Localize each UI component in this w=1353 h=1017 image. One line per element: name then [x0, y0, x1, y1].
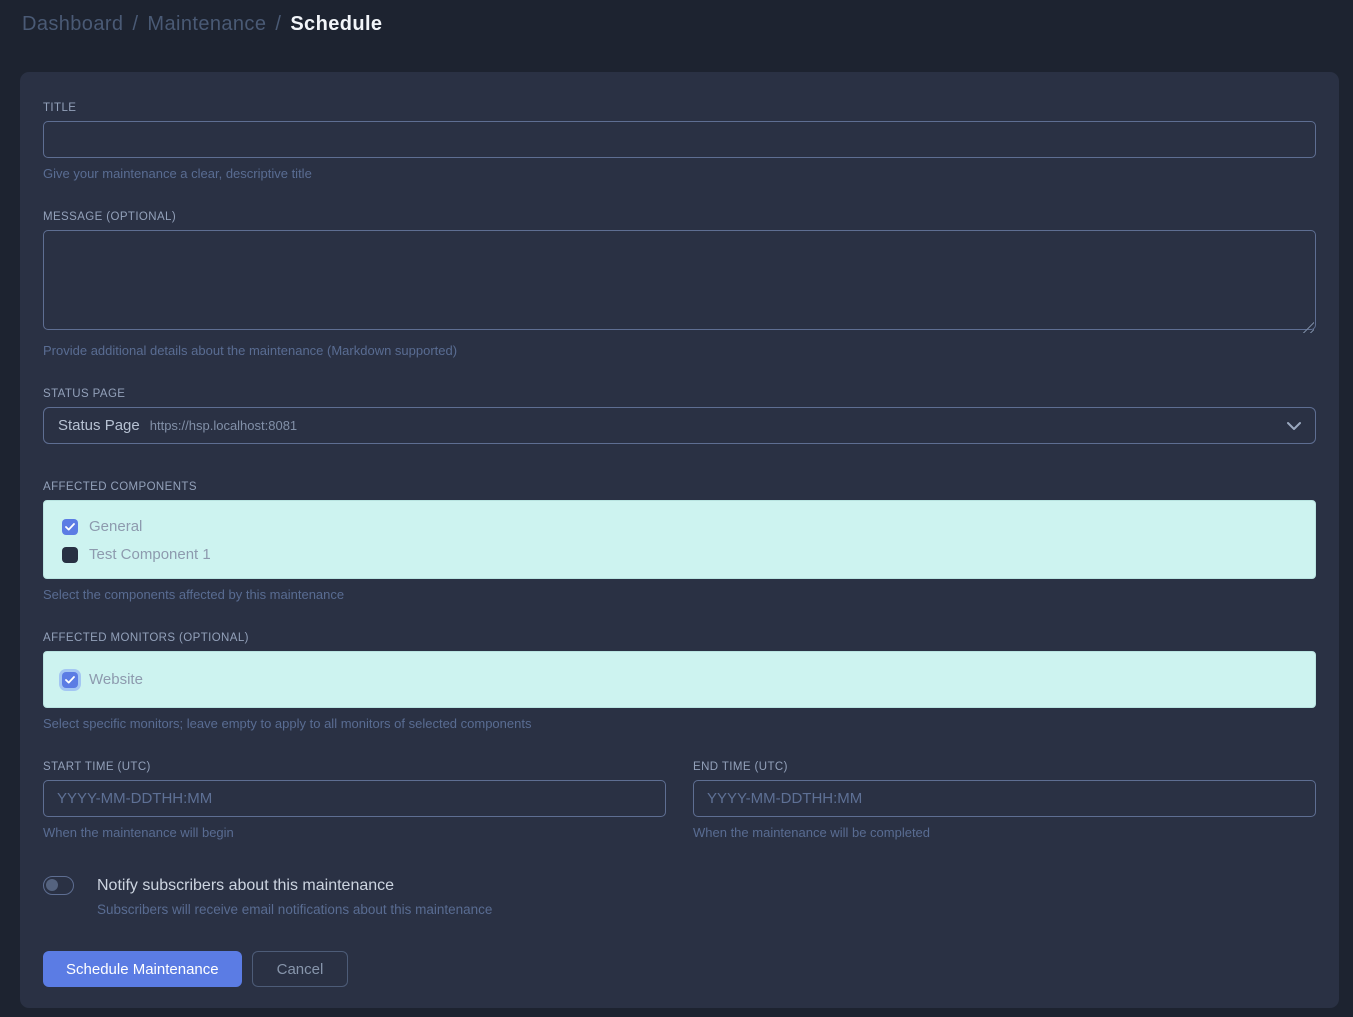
affected-components-group: AFFECTED COMPONENTS General Test Compone… — [43, 481, 1316, 602]
affected-monitors-group: AFFECTED MONITORS (OPTIONAL) Website Sel… — [43, 632, 1316, 731]
status-page-group: STATUS PAGE Status Page https://hsp.loca… — [43, 388, 1316, 444]
start-time-input[interactable] — [43, 780, 666, 817]
component-option-label: General — [89, 518, 142, 535]
toggle-knob — [46, 879, 58, 891]
start-time-label: START TIME (UTC) — [43, 761, 666, 773]
monitor-option-label: Website — [89, 671, 143, 688]
breadcrumb: Dashboard / Maintenance / Schedule — [0, 0, 1353, 48]
affected-components-helper: Select the components affected by this m… — [43, 587, 1316, 602]
component-option-label: Test Component 1 — [89, 546, 211, 563]
title-label: TITLE — [43, 102, 1316, 114]
start-time-helper: When the maintenance will begin — [43, 825, 666, 840]
status-page-select[interactable]: Status Page https://hsp.localhost:8081 — [43, 407, 1316, 444]
affected-components-label: AFFECTED COMPONENTS — [43, 481, 1316, 493]
breadcrumb-maintenance[interactable]: Maintenance — [147, 13, 266, 36]
cancel-button[interactable]: Cancel — [252, 951, 349, 987]
component-option-general[interactable]: General — [62, 516, 1301, 537]
title-group: TITLE Give your maintenance a clear, des… — [43, 102, 1316, 181]
status-page-selected-name: Status Page — [58, 417, 140, 434]
schedule-maintenance-button[interactable]: Schedule Maintenance — [43, 951, 242, 987]
notify-subscribers-block: Notify subscribers about this maintenanc… — [43, 876, 1316, 917]
message-textarea-wrap — [43, 230, 1316, 335]
component-option-test-component-1[interactable]: Test Component 1 — [62, 544, 1301, 565]
end-time-group: END TIME (UTC) When the maintenance will… — [693, 761, 1316, 840]
breadcrumb-separator: / — [132, 13, 138, 36]
title-input[interactable] — [43, 121, 1316, 158]
affected-monitors-label: AFFECTED MONITORS (OPTIONAL) — [43, 632, 1316, 644]
time-fields-row: START TIME (UTC) When the maintenance wi… — [43, 761, 1316, 840]
affected-monitors-helper: Select specific monitors; leave empty to… — [43, 716, 1316, 731]
start-time-group: START TIME (UTC) When the maintenance wi… — [43, 761, 666, 840]
end-time-label: END TIME (UTC) — [693, 761, 1316, 773]
monitor-option-website[interactable]: Website — [62, 669, 1301, 690]
schedule-maintenance-form: TITLE Give your maintenance a clear, des… — [20, 72, 1339, 1008]
notify-toggle-label[interactable]: Notify subscribers about this maintenanc… — [97, 877, 394, 895]
end-time-input[interactable] — [693, 780, 1316, 817]
affected-monitors-multiselect: Website — [43, 651, 1316, 708]
message-textarea[interactable] — [43, 230, 1316, 330]
notify-toggle[interactable] — [43, 876, 74, 895]
message-label: MESSAGE (OPTIONAL) — [43, 211, 1316, 223]
checkbox-unchecked-icon[interactable] — [62, 547, 78, 563]
title-helper: Give your maintenance a clear, descripti… — [43, 166, 1316, 181]
notify-helper: Subscribers will receive email notificat… — [97, 902, 1316, 917]
affected-components-multiselect: General Test Component 1 — [43, 500, 1316, 579]
checkbox-checked-icon[interactable] — [62, 672, 78, 688]
status-page-label: STATUS PAGE — [43, 388, 1316, 400]
message-helper: Provide additional details about the mai… — [43, 343, 1316, 358]
message-group: MESSAGE (OPTIONAL) Provide additional de… — [43, 211, 1316, 358]
breadcrumb-separator: / — [275, 13, 281, 36]
breadcrumb-current-schedule: Schedule — [290, 13, 382, 36]
end-time-helper: When the maintenance will be completed — [693, 825, 1316, 840]
breadcrumb-dashboard[interactable]: Dashboard — [22, 13, 123, 36]
form-actions: Schedule Maintenance Cancel — [43, 951, 1316, 987]
chevron-down-icon — [1287, 421, 1301, 430]
checkbox-checked-icon[interactable] — [62, 519, 78, 535]
status-page-selected-url: https://hsp.localhost:8081 — [150, 418, 297, 433]
